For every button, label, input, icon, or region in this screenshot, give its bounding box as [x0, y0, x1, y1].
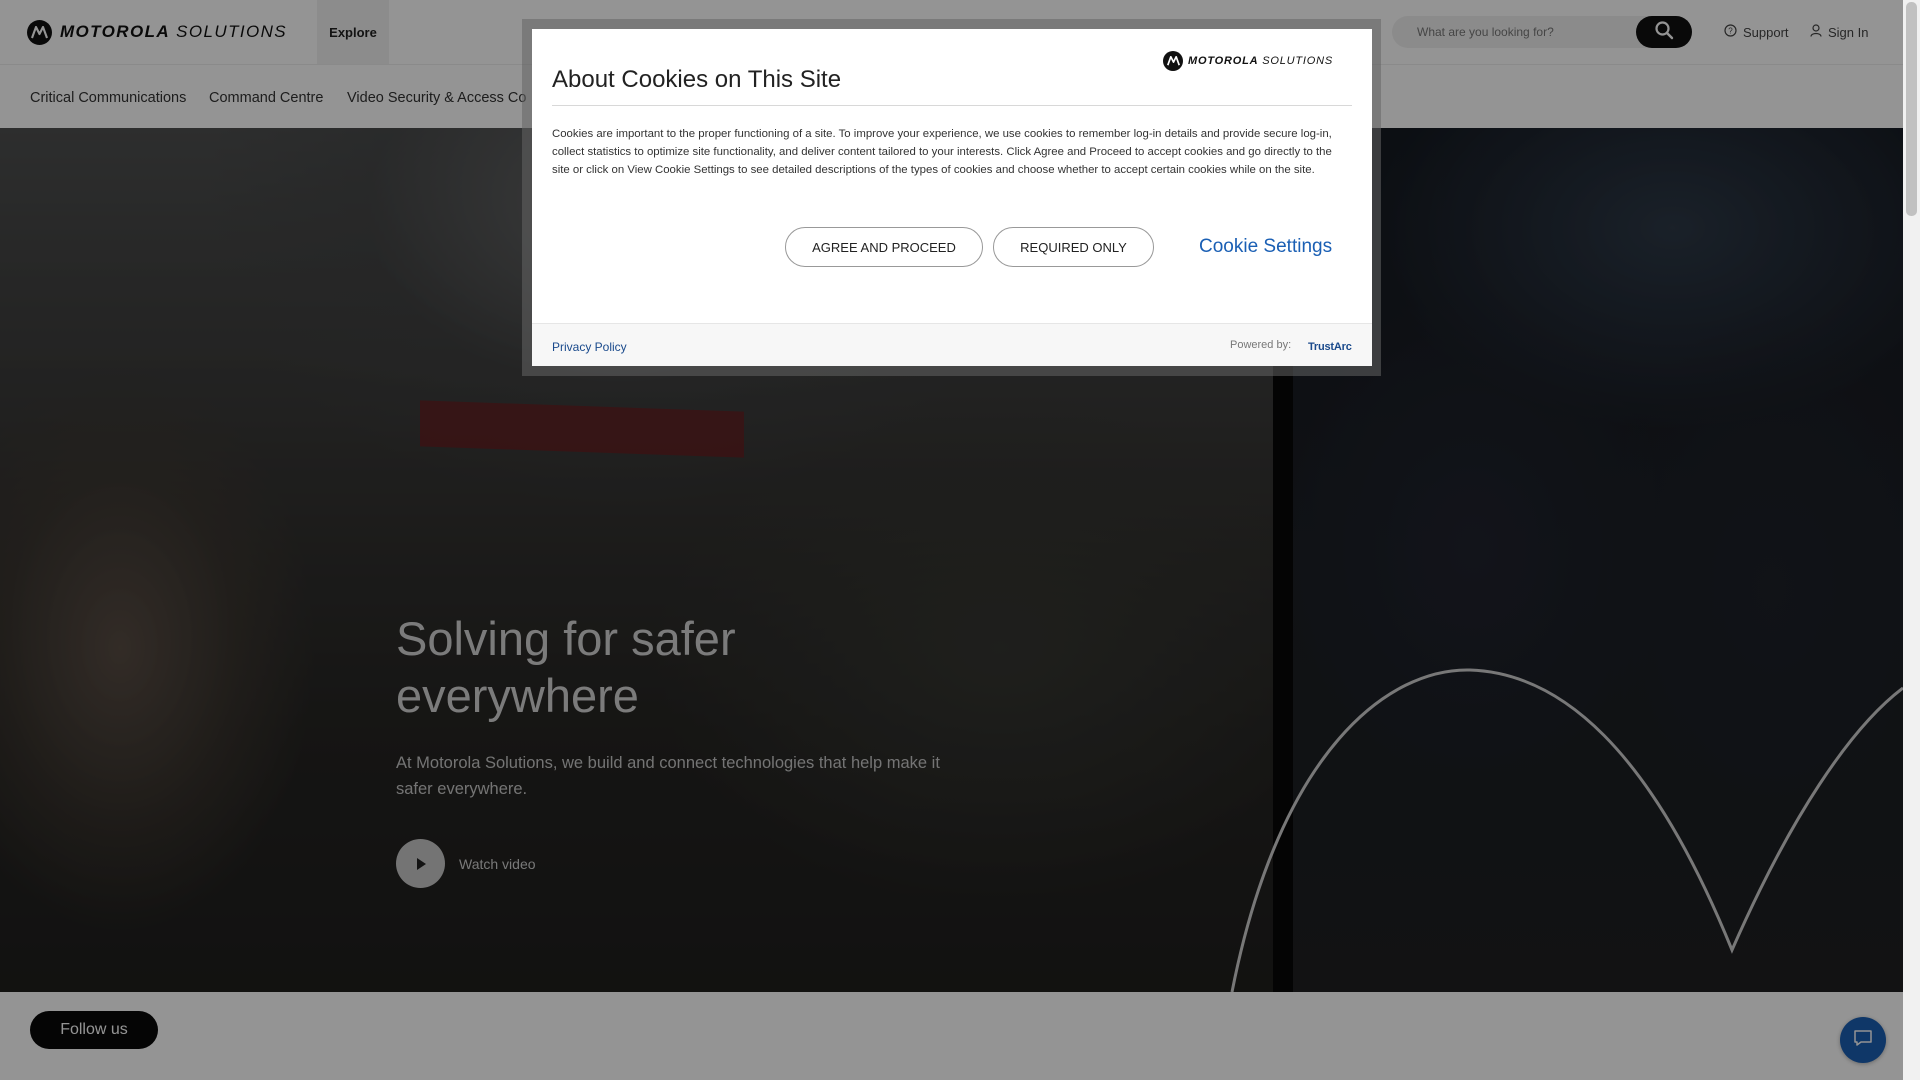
cookie-modal-title: About Cookies on This Site: [552, 66, 842, 93]
trustarc-logo[interactable]: TrustArc: [1308, 341, 1352, 353]
cookie-settings-link[interactable]: Cookie Settings: [1199, 236, 1332, 258]
motorola-logo-icon: [1163, 51, 1183, 71]
modal-brand-logo: MOTOROLA SOLUTIONS: [1163, 51, 1333, 71]
required-only-button[interactable]: REQUIRED ONLY: [993, 227, 1154, 267]
privacy-policy-link[interactable]: Privacy Policy: [552, 340, 627, 354]
modal-divider: [552, 105, 1352, 106]
modal-brand-name: MOTOROLA SOLUTIONS: [1188, 55, 1333, 67]
agree-and-proceed-button[interactable]: AGREE AND PROCEED: [785, 227, 983, 267]
scrollbar-thumb[interactable]: [1906, 2, 1917, 216]
cookie-modal-body: Cookies are important to the proper func…: [552, 128, 1332, 177]
powered-by-label: Powered by:: [1230, 339, 1292, 351]
